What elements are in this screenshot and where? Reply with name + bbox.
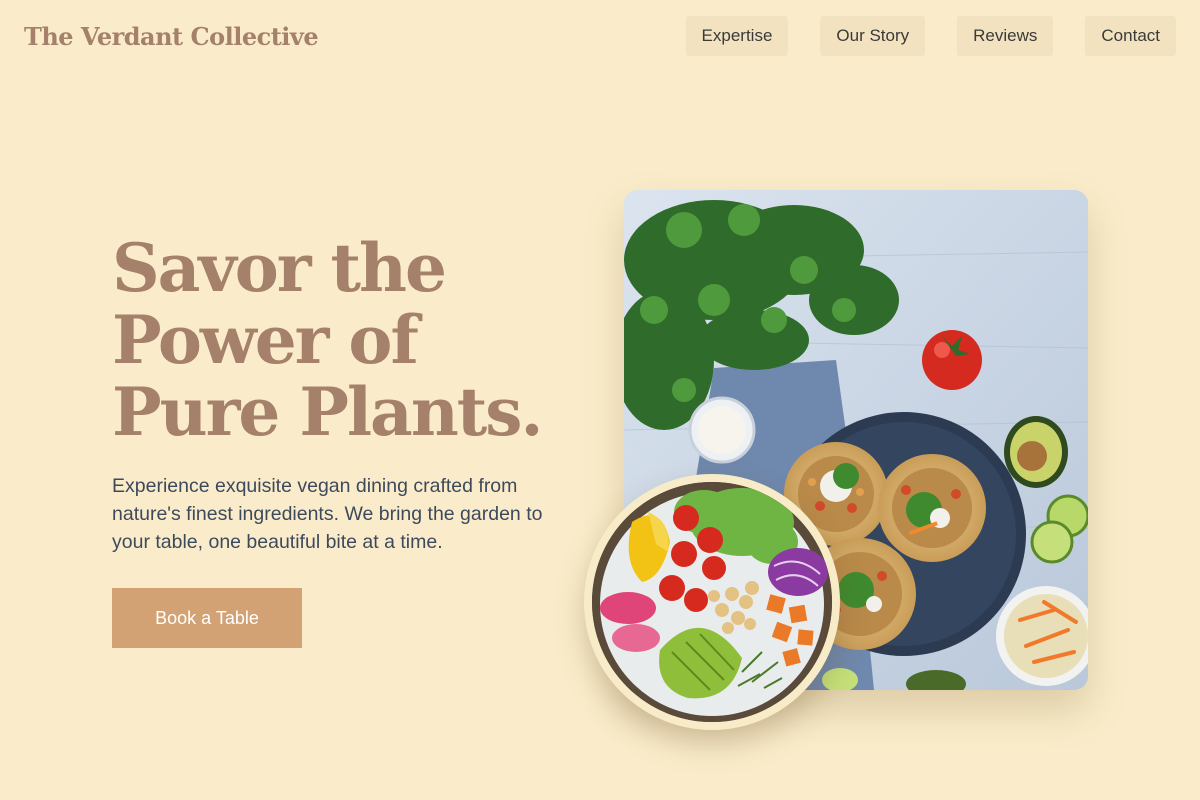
salad-bowl-photo [584, 474, 840, 730]
hero-title-line-3: Pure Plants. [112, 373, 543, 451]
hero-title-line-2: Power of [112, 301, 419, 379]
nav-contact[interactable]: Contact [1085, 16, 1176, 56]
brand-logo[interactable]: The Verdant Collective [24, 22, 319, 51]
nav-expertise[interactable]: Expertise [685, 16, 789, 56]
main-nav: Expertise Our Story Reviews Contact [685, 16, 1176, 56]
hero-title: Savor the Power of Pure Plants. [112, 232, 572, 448]
hero-title-line-1: Savor the [112, 229, 447, 307]
nav-reviews[interactable]: Reviews [957, 16, 1054, 56]
book-table-button[interactable]: Book a Table [112, 588, 302, 648]
nav-our-story[interactable]: Our Story [820, 16, 926, 56]
hero-subtitle: Experience exquisite vegan dining crafte… [112, 475, 543, 553]
